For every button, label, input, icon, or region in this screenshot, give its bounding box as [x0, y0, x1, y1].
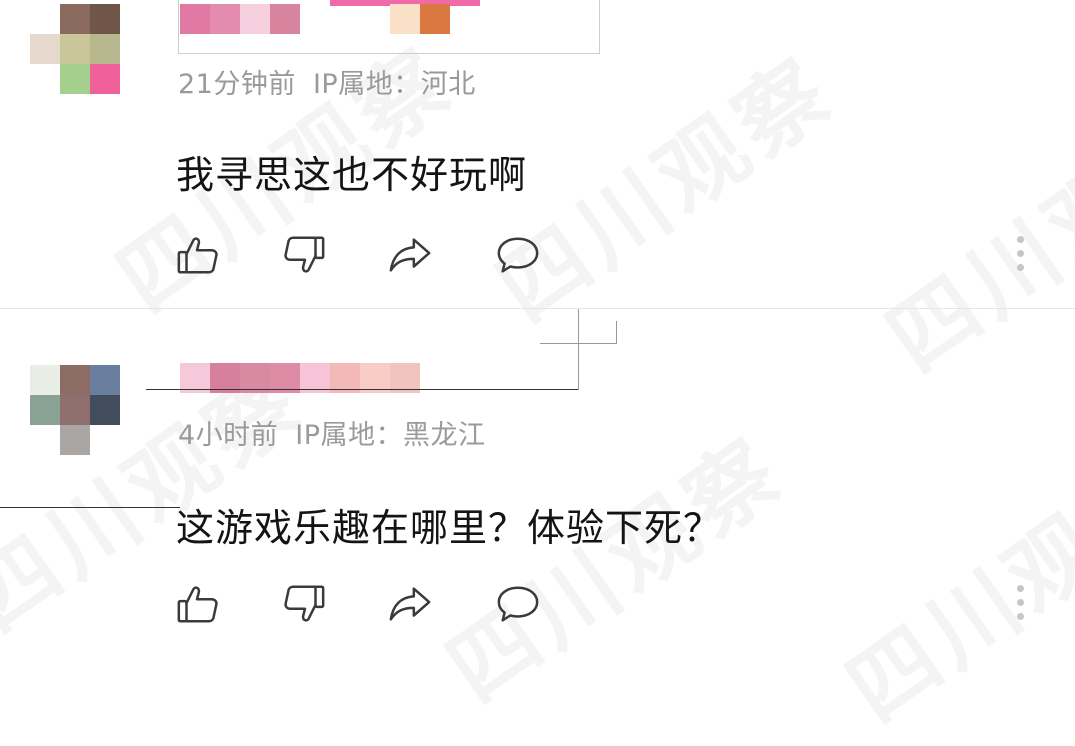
more-icon [1017, 585, 1024, 592]
comment-time: 21分钟前 [178, 69, 296, 100]
more-options-button[interactable] [1010, 236, 1030, 280]
overlay-line [540, 343, 616, 344]
overlay-line [616, 321, 617, 344]
share-icon [389, 238, 431, 272]
avatar[interactable] [28, 365, 120, 457]
more-icon-dot [1017, 613, 1024, 620]
more-icon-dot [1017, 599, 1024, 606]
more-icon-dot [1017, 264, 1024, 271]
comment-text: 这游戏乐趣在哪里？体验下死？ [176, 506, 723, 550]
like-icon [177, 237, 218, 274]
username-frame [178, 0, 600, 54]
reply-icon [497, 237, 539, 273]
comment-time: 4小时前 [178, 420, 279, 451]
reply-button[interactable] [492, 579, 544, 629]
dislike-icon [284, 585, 325, 622]
comment-item: 21分钟前 IP属地：河北 我寻思这也不好玩啊 [0, 0, 1075, 308]
more-options-button[interactable] [1010, 585, 1030, 629]
ip-label: IP属地： [295, 420, 404, 451]
dislike-button[interactable] [278, 579, 330, 629]
share-icon [389, 587, 431, 621]
dislike-icon [284, 236, 325, 273]
overlay-line [146, 389, 578, 390]
comment-meta: 21分钟前 IP属地：河北 [178, 62, 476, 101]
reply-button[interactable] [492, 230, 544, 280]
like-button[interactable] [172, 579, 224, 629]
dislike-button[interactable] [278, 230, 330, 280]
comment-actions [172, 230, 572, 280]
more-icon-dot [1017, 250, 1024, 257]
comment-meta: 4小时前 IP属地：黑龙江 [178, 413, 486, 452]
like-button[interactable] [172, 230, 224, 280]
like-icon [177, 586, 218, 623]
reply-icon [497, 586, 539, 622]
share-button[interactable] [384, 579, 436, 629]
comment-text: 我寻思这也不好玩啊 [176, 153, 528, 197]
ip-label: IP属地： [312, 69, 421, 100]
comment-item: 4小时前 IP属地：黑龙江 这游戏乐趣在哪里？体验下死？ [0, 309, 1075, 666]
more-icon [1017, 236, 1024, 243]
overlay-line [578, 309, 579, 390]
ip-location: 河北 [420, 69, 476, 100]
overlay-line [0, 507, 180, 508]
ip-location: 黑龙江 [403, 420, 486, 451]
avatar[interactable] [28, 4, 120, 94]
share-button[interactable] [384, 230, 436, 280]
comment-actions [172, 579, 572, 629]
